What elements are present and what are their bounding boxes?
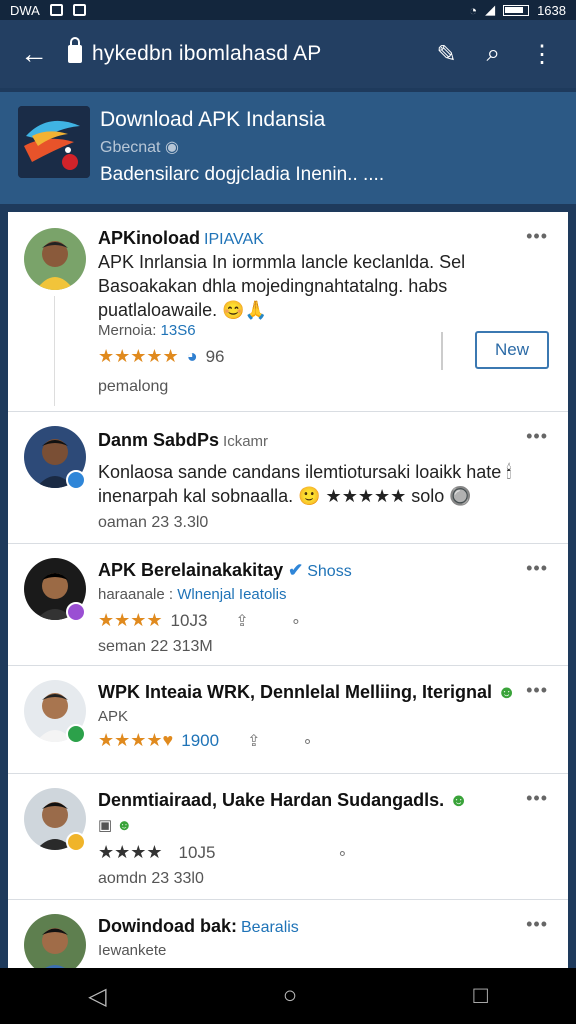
battery-icon bbox=[503, 4, 530, 16]
page-description: Badensilarc dogjcladia Inenin.. .... bbox=[100, 164, 385, 185]
post-item: APKinoload IPIAVAK ••• APK Inrlansia In i… bbox=[8, 212, 568, 412]
wifi-icon: ◔ bbox=[469, 2, 478, 18]
more-options-icon[interactable]: ••• bbox=[526, 226, 548, 247]
status-bar: DWA ◔ ◢ 1638 bbox=[0, 0, 576, 20]
more-options-icon[interactable]: ••• bbox=[526, 558, 548, 579]
page-title: Download APK Indansia bbox=[100, 108, 326, 131]
post-item: WPK Inteaia WRK, Dennlelal Melliing, Ite… bbox=[8, 666, 568, 774]
more-options-icon[interactable]: ••• bbox=[526, 426, 548, 447]
post-item: Danm SabdPs Ickamr ••• Konlaosa sande can… bbox=[8, 412, 568, 544]
post-time: pemalong bbox=[98, 378, 169, 395]
more-options-icon[interactable]: ••• bbox=[526, 680, 548, 701]
post-feed: APKinoload IPIAVAK ••• APK Inrlansia In i… bbox=[8, 212, 568, 968]
lock-icon bbox=[68, 37, 82, 63]
avatar[interactable] bbox=[24, 914, 86, 968]
post-item: APK Berelainakakitay ✔ Shoss ••• haraanal… bbox=[8, 544, 568, 666]
app-notification-icon bbox=[72, 4, 86, 16]
post-item: Dowindoad bak: Bearalis ••• Iewankete bbox=[8, 900, 568, 968]
gallery-notification-icon bbox=[49, 4, 63, 16]
post-time: oaman 23 3.3l0 bbox=[98, 514, 209, 531]
post-time: aomdn 23 33l0 bbox=[98, 870, 204, 887]
carrier-label: DWA bbox=[10, 2, 40, 18]
rating-stars: ★★★★★ ◕ 96 bbox=[98, 346, 225, 366]
system-nav-bar: ◁ ○ □ bbox=[0, 968, 576, 1024]
more-options-icon[interactable]: ••• bbox=[526, 788, 548, 809]
post-author[interactable]: Danm SabdPs Ickamr bbox=[98, 430, 268, 451]
app-logo bbox=[18, 106, 90, 178]
post-attachments: ▣ ☻ bbox=[98, 816, 132, 834]
dot-icon: ∘ bbox=[290, 612, 301, 630]
post-author[interactable]: WPK Inteaia WRK, Dennlelal Melliing, Ite… bbox=[98, 682, 516, 703]
post-author[interactable]: APKinoload IPIAVAK bbox=[98, 228, 264, 249]
post-body: APK Inrlansia In iormmla lancle keclanld… bbox=[98, 252, 466, 320]
post-body: Konlaosa sande candans ilemtiotursaki lo… bbox=[98, 462, 512, 506]
rating-badge-icon: ◕ bbox=[186, 346, 198, 366]
recents-nav-icon[interactable]: □ bbox=[473, 982, 488, 1010]
post-meta: Mernoia: 13S6 bbox=[98, 322, 196, 339]
rating-stars: ★★★★♥ 1900 ⇪ ∘ bbox=[98, 730, 313, 751]
page-subtitle: Gbecnat ◉ bbox=[100, 139, 179, 156]
pin-icon[interactable]: ✎ bbox=[436, 40, 456, 69]
verified-badge-icon bbox=[66, 470, 86, 490]
status-badge-icon bbox=[66, 724, 86, 744]
dot-icon: ∘ bbox=[302, 732, 313, 750]
rating-stars: ★★★★ 10J5 ∘ bbox=[98, 842, 348, 862]
share-icon[interactable]: ⇪ bbox=[247, 731, 260, 751]
post-meta: Iewankete bbox=[98, 942, 167, 959]
emoji-icon: ☻ bbox=[497, 682, 517, 702]
dot-icon: ∘ bbox=[337, 844, 348, 862]
post-item: Denmtiairaad, Uake Hardan Sudangadls. ☻ … bbox=[8, 774, 568, 900]
back-arrow-icon[interactable]: ← bbox=[0, 20, 68, 88]
browser-toolbar: ← hykedbn ibomlahasd AP ✎ ⌕ ⋮ bbox=[0, 20, 576, 107]
share-icon[interactable]: ⇪ bbox=[235, 611, 248, 631]
thread-line bbox=[54, 296, 55, 406]
divider bbox=[441, 332, 443, 370]
clock: 1638 bbox=[537, 2, 566, 18]
globe-icon: ◉ bbox=[164, 139, 179, 156]
post-author[interactable]: Dowindoad bak: Bearalis bbox=[98, 916, 299, 937]
app-header: Download APK Indansia Gbecnat ◉ Badensil… bbox=[0, 92, 576, 204]
emoji-icon: ☻ bbox=[449, 790, 469, 810]
url-field[interactable]: hykedbn ibomlahasd AP bbox=[92, 42, 436, 66]
member-badge-icon bbox=[66, 602, 86, 622]
search-icon[interactable]: ⌕ bbox=[487, 40, 500, 68]
new-button[interactable]: New bbox=[475, 331, 549, 369]
emoji-icon: ☻ bbox=[116, 817, 133, 834]
more-options-icon[interactable]: ••• bbox=[526, 914, 548, 935]
post-time: seman 22 313M bbox=[98, 638, 213, 655]
image-attachment-icon[interactable]: ▣ bbox=[98, 817, 112, 834]
verified-check-icon: ✔ bbox=[288, 560, 304, 580]
avatar[interactable] bbox=[24, 228, 86, 290]
rating-stars: ★★★★ 10J3 ⇪ ∘ bbox=[98, 610, 301, 631]
post-author[interactable]: APK Berelainakakitay ✔ Shoss bbox=[98, 560, 352, 581]
post-meta: haraanale : Wlnenjal Ieatolis bbox=[98, 586, 287, 603]
overflow-menu-icon[interactable]: ⋮ bbox=[530, 40, 554, 69]
post-author[interactable]: Denmtiairaad, Uake Hardan Sudangadls. ☻ bbox=[98, 790, 468, 811]
signal-icon: ◢ bbox=[485, 2, 496, 17]
home-nav-icon[interactable]: ○ bbox=[283, 982, 298, 1010]
post-meta: APK bbox=[98, 708, 129, 725]
award-badge-icon bbox=[66, 832, 86, 852]
back-nav-icon[interactable]: ◁ bbox=[88, 982, 106, 1011]
